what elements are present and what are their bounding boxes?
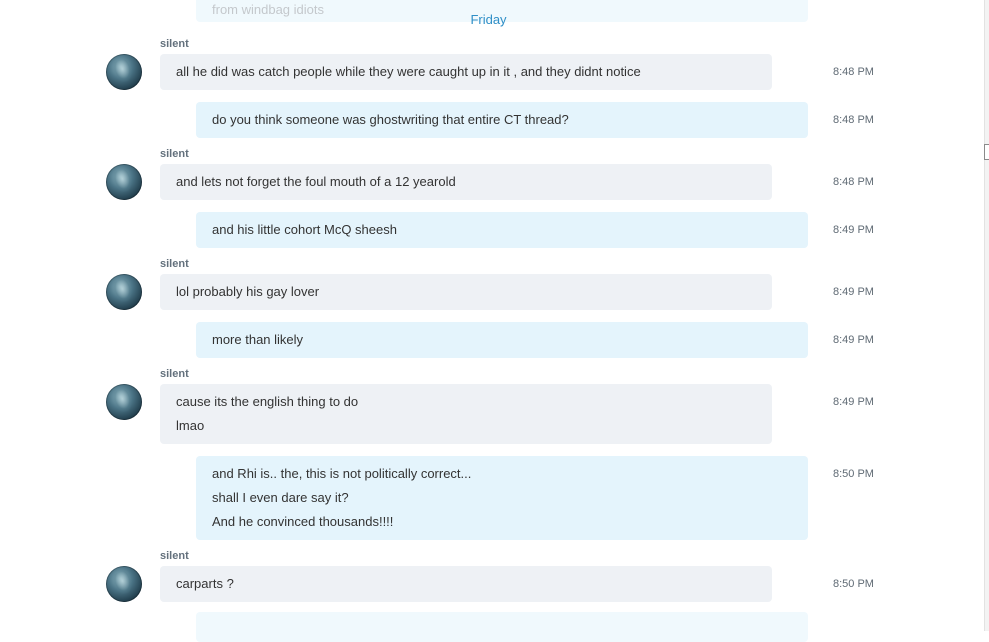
- message-text: and Rhi is.. the, this is not politicall…: [212, 466, 472, 481]
- message-text: more than likely: [212, 332, 304, 347]
- message-bubble-incoming[interactable]: all he did was catch people while they w…: [160, 54, 772, 90]
- message-bubble-incoming[interactable]: and lets not forget the foul mouth of a …: [160, 164, 772, 200]
- contact-avatar-icon[interactable]: [106, 566, 142, 602]
- contact-avatar-icon[interactable]: [106, 274, 142, 310]
- message-text: all he did was catch people while they w…: [176, 64, 641, 79]
- next-message-bubble: [196, 612, 808, 642]
- message-timestamp: 8:49 PM: [833, 396, 874, 408]
- sender-name[interactable]: silent: [160, 38, 189, 50]
- message-timestamp: 8:50 PM: [833, 578, 874, 590]
- message-bubble-outgoing[interactable]: more than likely: [196, 322, 808, 358]
- message-text: lol probably his gay lover: [176, 284, 320, 299]
- message-text: carparts ?: [176, 576, 234, 591]
- message-text: And he convinced thousands!!!!: [212, 514, 394, 529]
- message-bubble-outgoing[interactable]: and Rhi is.. the, this is not politicall…: [196, 456, 808, 540]
- day-separator: Friday: [470, 12, 507, 27]
- message-timestamp: 8:49 PM: [833, 334, 874, 346]
- message-text: cause its the english thing to do: [176, 394, 359, 409]
- chat-history[interactable]: from windbag idiots Friday silent all he…: [0, 0, 989, 642]
- message-timestamp: 8:48 PM: [833, 66, 874, 78]
- message-text: and his little cohort McQ sheesh: [212, 222, 397, 237]
- sender-name[interactable]: silent: [160, 550, 189, 562]
- scrollbar[interactable]: [984, 0, 989, 631]
- message-bubble-outgoing[interactable]: and his little cohort McQ sheesh: [196, 212, 808, 248]
- message-timestamp: 8:49 PM: [833, 286, 874, 298]
- message-bubble-incoming[interactable]: lol probably his gay lover: [160, 274, 772, 310]
- contact-avatar-icon[interactable]: [106, 54, 142, 90]
- message-text: lmao: [176, 418, 205, 433]
- scrollbar-grip-icon[interactable]: [984, 144, 989, 160]
- message-timestamp: 8:48 PM: [833, 114, 874, 126]
- message-text: and lets not forget the foul mouth of a …: [176, 174, 456, 189]
- sender-name[interactable]: silent: [160, 368, 189, 380]
- message-text: do you think someone was ghostwriting th…: [212, 112, 569, 127]
- sender-name[interactable]: silent: [160, 258, 189, 270]
- contact-avatar-icon[interactable]: [106, 384, 142, 420]
- message-timestamp: 8:50 PM: [833, 468, 874, 480]
- message-bubble-outgoing[interactable]: do you think someone was ghostwriting th…: [196, 102, 808, 138]
- message-bubble-incoming[interactable]: carparts ?: [160, 566, 772, 602]
- contact-avatar-icon[interactable]: [106, 164, 142, 200]
- message-bubble-incoming[interactable]: cause its the english thing to do lmao: [160, 384, 772, 444]
- sender-name[interactable]: silent: [160, 148, 189, 160]
- message-timestamp: 8:48 PM: [833, 176, 874, 188]
- message-text: shall I even dare say it?: [212, 490, 349, 505]
- message-timestamp: 8:49 PM: [833, 224, 874, 236]
